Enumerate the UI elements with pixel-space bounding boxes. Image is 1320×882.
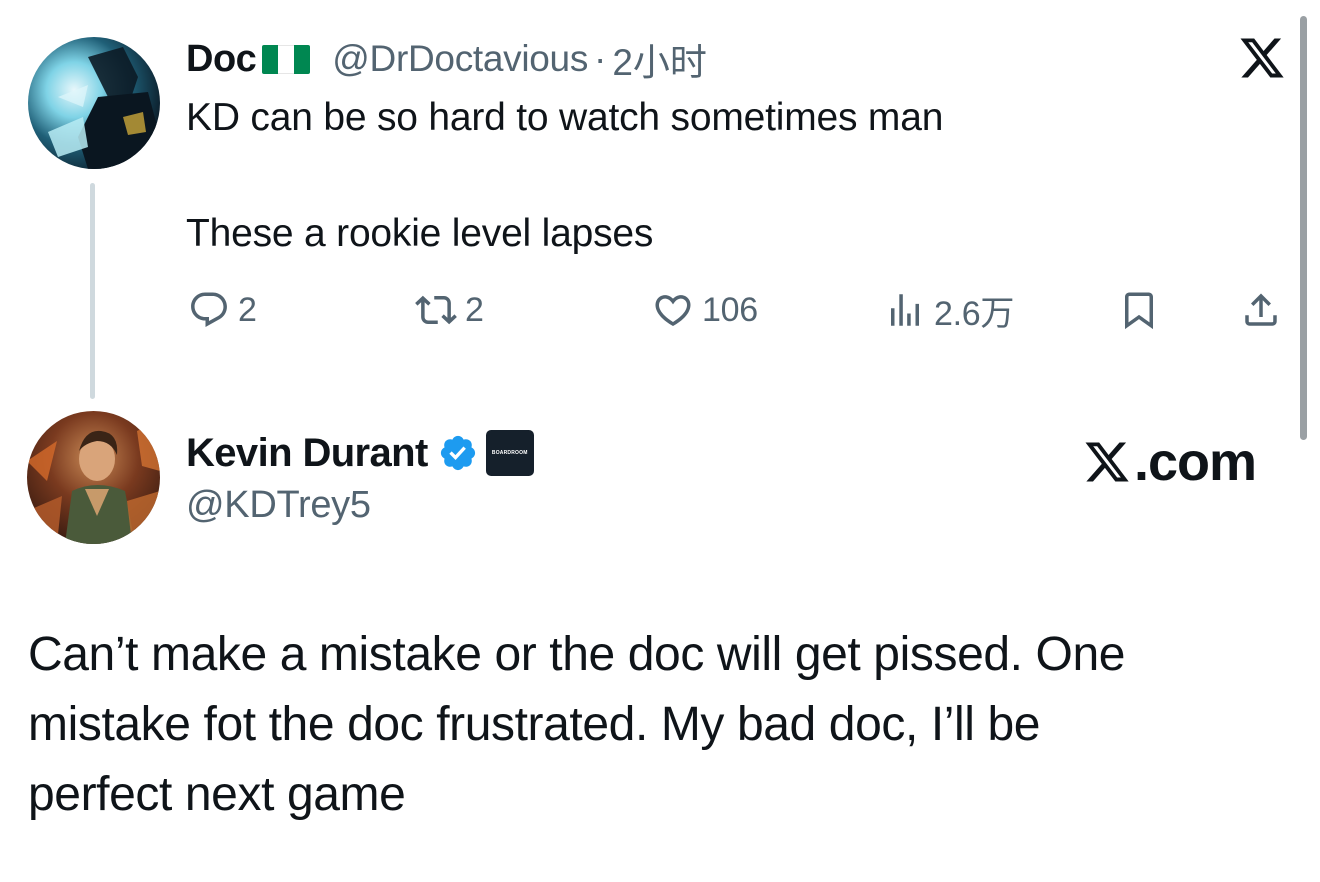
doc-avatar[interactable] [28, 37, 160, 169]
share-icon [1240, 289, 1282, 331]
reply-text-line: Can’t make a mistake or the doc will get… [28, 628, 1126, 681]
separator-dot: · [594, 38, 607, 79]
like-icon [652, 289, 694, 331]
views-icon [884, 289, 926, 331]
like-button[interactable]: 106 [652, 285, 758, 335]
bookmark-icon [1118, 289, 1160, 331]
retweet-icon [415, 289, 457, 331]
like-count: 106 [702, 290, 758, 329]
parent-tweet-actions: 2 2 106 2.6万 [0, 285, 1320, 335]
parent-handle[interactable]: @DrDoctavious [332, 38, 588, 80]
reply-tweet-header: Kevin Durant BOARDROOM [186, 428, 534, 478]
scrollbar[interactable] [1300, 16, 1307, 440]
retweet-button[interactable]: 2 [415, 285, 484, 335]
parent-timestamp[interactable]: 2小时 [612, 32, 707, 86]
parent-tweet-text-line2: These a rookie level lapses [186, 212, 654, 255]
x-com-watermark: .com [1082, 432, 1257, 492]
boardroom-badge[interactable]: BOARDROOM [485, 430, 534, 476]
retweet-count: 2 [465, 290, 484, 329]
x-com-text: .com [1134, 432, 1257, 492]
parent-tweet-text-line1: KD can be so hard to watch sometimes man [186, 96, 944, 139]
reply-display-name[interactable]: Kevin Durant [186, 431, 428, 476]
bookmark-button[interactable] [1118, 285, 1160, 335]
parent-tweet-header: Doc @DrDoctavious · 2小时 [186, 36, 707, 84]
reply-count: 2 [238, 290, 257, 329]
x-logo-icon [1238, 34, 1286, 82]
reply-tweet-text: Can’t make a mistake or the doc will get… [28, 620, 1288, 830]
reply-button[interactable]: 2 [188, 285, 257, 335]
reply-icon [188, 289, 230, 331]
x-brand-icon [1082, 438, 1132, 486]
parent-display-name[interactable]: Doc [186, 38, 257, 81]
verified-badge-icon [438, 433, 478, 473]
share-button[interactable] [1240, 285, 1282, 335]
kd-avatar[interactable] [27, 411, 160, 544]
nigeria-flag-icon [262, 44, 311, 74]
reply-handle[interactable]: @KDTrey5 [186, 484, 371, 527]
views-count: 2.6万 [934, 294, 1015, 333]
views-button[interactable]: 2.6万 [884, 285, 1014, 335]
reply-text-line: perfect next game [28, 768, 406, 821]
reply-text-line: mistake fot the doc frustrated. My bad d… [28, 698, 1041, 751]
